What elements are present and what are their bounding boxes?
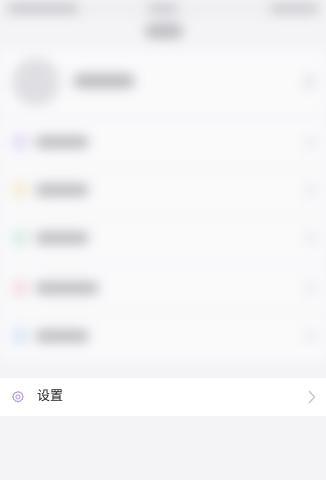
status-bar: [0, 0, 326, 18]
chevron-right-icon: [308, 283, 314, 293]
menu-group-2: [0, 266, 326, 361]
menu-row[interactable]: [0, 168, 326, 216]
menu-label: [36, 330, 88, 342]
menu-group-1: [0, 120, 326, 263]
menu-label: [36, 136, 88, 148]
chevron-right-icon: [308, 185, 314, 195]
menu-label: [36, 184, 88, 196]
status-bar-left: [8, 4, 78, 13]
chevron-right-icon: [308, 331, 314, 341]
menu-row[interactable]: [0, 120, 326, 168]
settings-row[interactable]: 设置: [0, 378, 326, 416]
nickname: [74, 74, 134, 88]
profile-card[interactable]: [0, 50, 326, 116]
menu-icon: [12, 328, 28, 344]
menu-row[interactable]: [0, 216, 326, 263]
menu-label: [36, 232, 88, 244]
chevron-right-icon: [306, 76, 314, 88]
menu-icon: [12, 280, 28, 296]
gear-icon: [11, 390, 24, 403]
menu-row[interactable]: [0, 266, 326, 314]
status-bar-right: [270, 4, 318, 13]
menu-icon: [12, 134, 28, 150]
blurred-content: [0, 0, 326, 378]
chevron-right-icon: [308, 233, 314, 243]
app-screen: 设置: [0, 0, 326, 480]
nav-title: [146, 24, 182, 38]
avatar: [12, 58, 60, 106]
menu-icon: [12, 182, 28, 198]
chevron-right-icon: [308, 137, 314, 147]
menu-icon: [12, 230, 28, 246]
menu-label: [36, 282, 98, 294]
menu-row[interactable]: [0, 314, 326, 361]
settings-label: 设置: [37, 389, 64, 404]
chevron-right-icon: [308, 390, 316, 404]
status-bar-center: [148, 4, 178, 13]
